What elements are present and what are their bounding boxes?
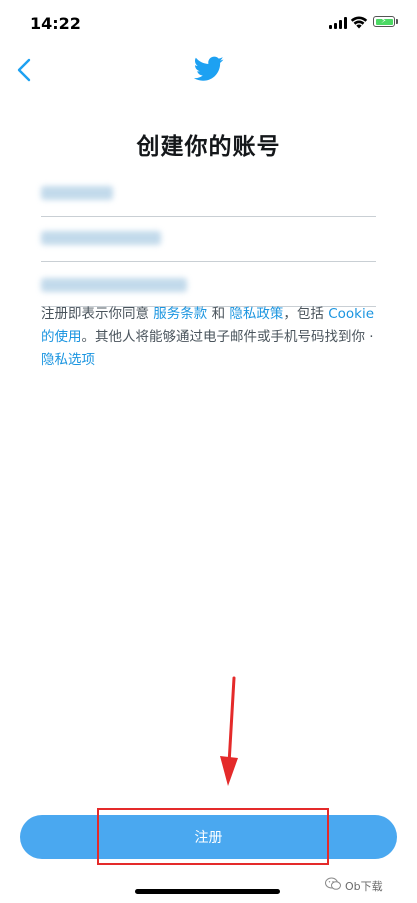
back-button[interactable] — [12, 56, 38, 84]
page-title: 创建你的账号 — [136, 134, 281, 160]
red-arrow-annotation — [220, 676, 238, 786]
home-indicator — [135, 889, 280, 894]
name-input[interactable] — [41, 180, 376, 216]
privacy-options-link[interactable]: 隐私选项 — [41, 352, 95, 368]
wechat-icon — [325, 877, 341, 890]
terms-including: ，包括 — [283, 306, 329, 322]
battery-tip — [396, 19, 398, 24]
status-time: 14:22 — [30, 14, 81, 33]
nav-bar — [0, 44, 417, 94]
name-field[interactable] — [41, 180, 376, 217]
terms-of-service-link[interactable]: 服务条款 — [153, 306, 207, 322]
twitter-bird-icon — [194, 56, 224, 81]
phone-field[interactable] — [41, 225, 376, 262]
cellular-signal-icon — [329, 17, 347, 29]
terms-middle: 。其他人将能够通过电子邮件或手机号码找到你 · — [81, 329, 374, 345]
terms-text: 注册即表示你同意 服务条款 和 隐私政策，包括 Cookie 的使用。其他人将能… — [41, 303, 377, 372]
email-field[interactable] — [41, 270, 376, 307]
email-input[interactable] — [41, 270, 376, 306]
phone-input[interactable] — [41, 225, 376, 261]
status-bar: 14:22 ⚡ — [0, 0, 417, 44]
battery-icon: ⚡ — [373, 16, 395, 27]
terms-and: 和 — [207, 306, 230, 322]
signup-button[interactable]: 注册 — [20, 815, 397, 859]
terms-prefix: 注册即表示你同意 — [41, 306, 154, 322]
privacy-policy-link[interactable]: 隐私政策 — [229, 306, 283, 322]
chevron-left-icon — [17, 58, 31, 82]
wifi-icon — [350, 16, 368, 29]
watermark-text: Ob下载 — [345, 880, 383, 893]
